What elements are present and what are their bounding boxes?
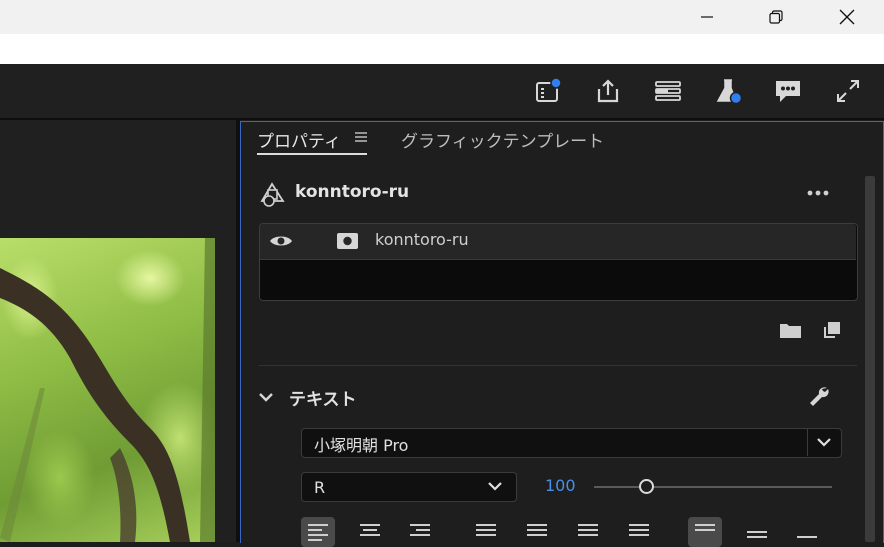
- align-middle-button[interactable]: [740, 517, 774, 547]
- align-left-button[interactable]: [301, 517, 335, 547]
- quick-export-icon: [536, 77, 562, 102]
- align-left-icon: [308, 524, 328, 544]
- new-folder-icon[interactable]: [779, 321, 803, 339]
- justify-all-button[interactable]: [622, 517, 656, 547]
- app-toolbar: [0, 64, 884, 120]
- font-dropdown-chevron-icon[interactable]: [816, 434, 832, 450]
- justify-center-icon: [527, 524, 547, 539]
- layer-row-name: konntoro-ru: [375, 230, 469, 249]
- justify-center-button[interactable]: [520, 517, 554, 547]
- font-size-value[interactable]: 100: [545, 476, 576, 495]
- justify-left-button[interactable]: [469, 517, 503, 547]
- section-separator: [259, 365, 857, 366]
- restore-button[interactable]: [753, 0, 799, 34]
- labs-button[interactable]: [713, 76, 743, 106]
- align-center-icon: [360, 524, 380, 539]
- video-frame[interactable]: [0, 238, 215, 542]
- restore-icon: [769, 10, 783, 24]
- justify-right-icon: [578, 524, 598, 539]
- align-top-icon: [695, 524, 715, 534]
- align-bottom-button[interactable]: [790, 517, 824, 547]
- align-right-button[interactable]: [403, 517, 437, 547]
- tab-menu-icon[interactable]: [354, 130, 368, 144]
- rectangle-layer-icon: [337, 233, 358, 249]
- panels-icon: [655, 81, 681, 101]
- fullscreen-icon: [837, 80, 859, 102]
- tab-properties[interactable]: プロパティ: [257, 127, 341, 152]
- comments-button[interactable]: [773, 76, 803, 106]
- style-dropdown-chevron-icon: [488, 482, 502, 491]
- new-item-icon[interactable]: [823, 320, 843, 340]
- align-bottom-icon: [797, 536, 817, 541]
- eye-icon[interactable]: [269, 233, 293, 249]
- chevron-down-icon[interactable]: [258, 389, 274, 405]
- minimize-button[interactable]: [684, 0, 730, 34]
- wrench-icon[interactable]: [807, 385, 831, 409]
- more-icon[interactable]: [806, 186, 832, 200]
- layer-title: konntoro-ru: [295, 182, 410, 202]
- scrollbar-thumb[interactable]: [865, 176, 875, 542]
- window-titlebar: [0, 0, 884, 34]
- justify-right-button[interactable]: [571, 517, 605, 547]
- font-size-slider[interactable]: [594, 486, 832, 488]
- font-style-value: R: [314, 478, 326, 497]
- align-top-button[interactable]: [688, 517, 722, 547]
- minimize-icon: [701, 16, 713, 18]
- share-button[interactable]: [593, 76, 623, 106]
- justify-all-icon: [629, 524, 649, 539]
- quick-export-button[interactable]: [533, 76, 563, 106]
- justify-left-icon: [476, 524, 496, 539]
- video-frame-image: [0, 238, 215, 542]
- font-style-select[interactable]: [301, 472, 517, 502]
- font-family-value: 小塚明朝 Pro: [314, 436, 409, 455]
- font-size-slider-knob[interactable]: [638, 479, 654, 494]
- tab-graphic-templates[interactable]: グラフィックテンプレート: [401, 127, 604, 152]
- font-select-divider: [807, 429, 808, 456]
- close-window-button[interactable]: [824, 0, 870, 34]
- comments-icon: [776, 81, 800, 102]
- active-tab-indicator: [257, 153, 367, 155]
- graphic-layer-icon: [260, 182, 285, 207]
- panels-button[interactable]: [653, 76, 683, 106]
- close-icon: [839, 9, 855, 25]
- fullscreen-button[interactable]: [833, 76, 863, 106]
- align-middle-icon: [747, 531, 767, 541]
- section-title-text[interactable]: テキスト: [289, 385, 357, 410]
- window-menubar-area: [0, 34, 884, 64]
- align-center-button[interactable]: [353, 517, 387, 547]
- align-right-icon: [410, 524, 430, 539]
- share-icon: [597, 79, 619, 103]
- labs-icon: [716, 79, 742, 105]
